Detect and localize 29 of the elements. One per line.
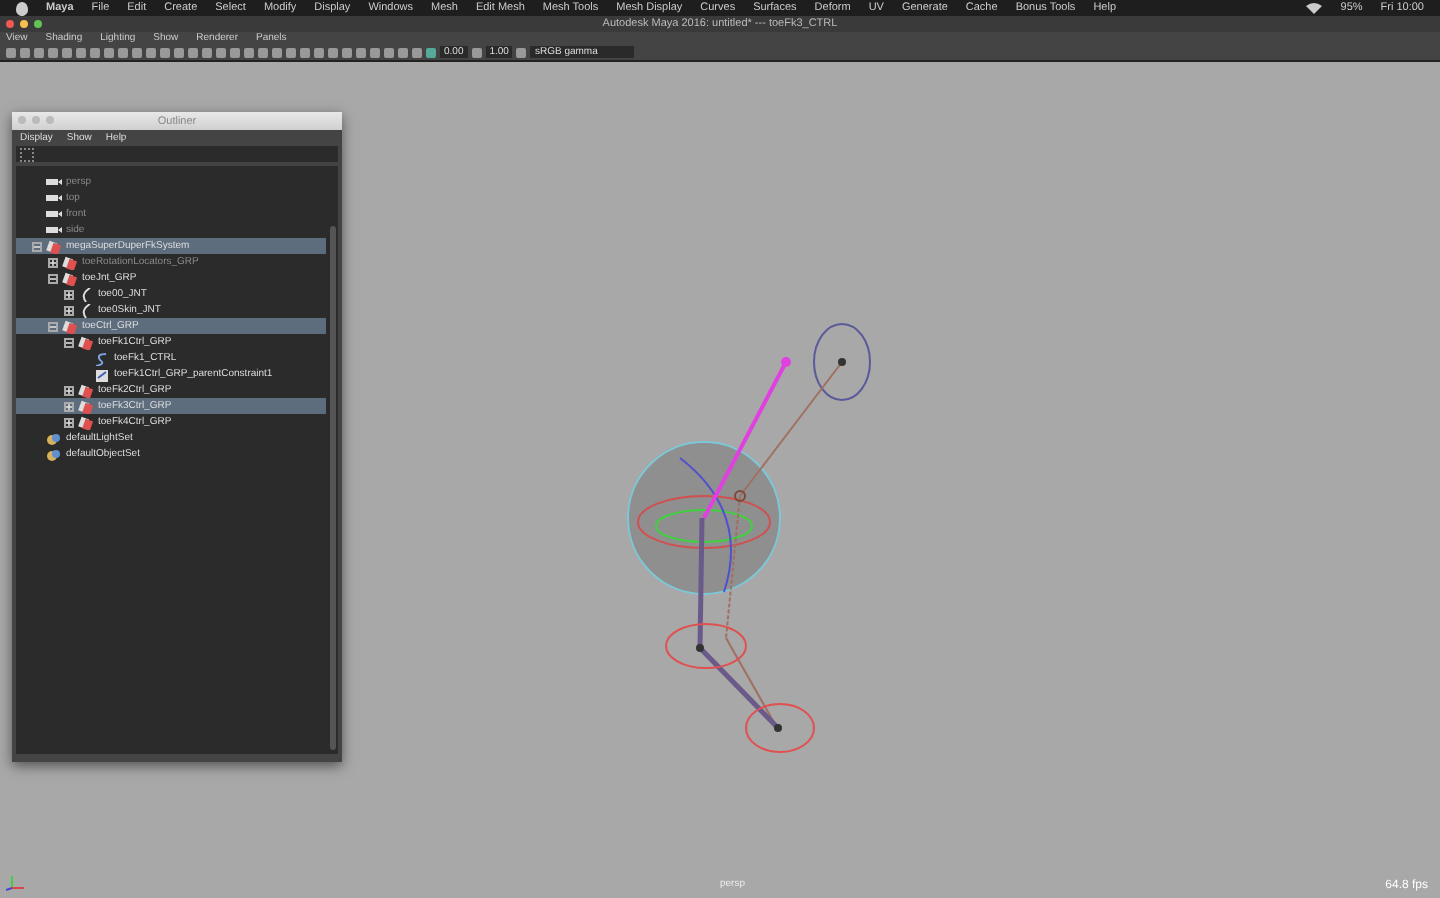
minus-icon xyxy=(50,275,56,281)
expand-toggle[interactable] xyxy=(64,401,74,411)
toolbar-icon[interactable] xyxy=(516,47,527,57)
expand-toggle[interactable] xyxy=(64,289,74,299)
toolbar-icon[interactable] xyxy=(471,47,482,57)
expand-toggle[interactable] xyxy=(64,417,74,427)
collapse-toggle[interactable] xyxy=(64,337,74,347)
filter-icon xyxy=(20,147,34,161)
minus-icon xyxy=(50,323,56,329)
expand-toggle[interactable] xyxy=(64,385,74,395)
filter-field[interactable] xyxy=(16,146,338,162)
collapse-toggle[interactable] xyxy=(48,321,58,331)
minus-icon xyxy=(34,243,40,249)
wifi-icon xyxy=(1306,2,1323,14)
curve-icon xyxy=(94,351,110,365)
apple-logo-icon xyxy=(16,1,28,15)
plus-icon xyxy=(50,259,56,265)
plus-icon xyxy=(66,419,72,425)
plus-icon xyxy=(66,403,72,409)
collapse-toggle[interactable] xyxy=(32,241,42,251)
plus-icon xyxy=(66,387,72,393)
minus-icon xyxy=(66,339,72,345)
axis-indicator-icon xyxy=(6,872,26,892)
plus-icon xyxy=(66,291,72,297)
constraint-icon xyxy=(94,367,110,381)
collapse-toggle[interactable] xyxy=(48,273,58,283)
plus-icon xyxy=(66,307,72,313)
expand-toggle[interactable] xyxy=(48,257,58,267)
expand-toggle[interactable] xyxy=(64,305,74,315)
